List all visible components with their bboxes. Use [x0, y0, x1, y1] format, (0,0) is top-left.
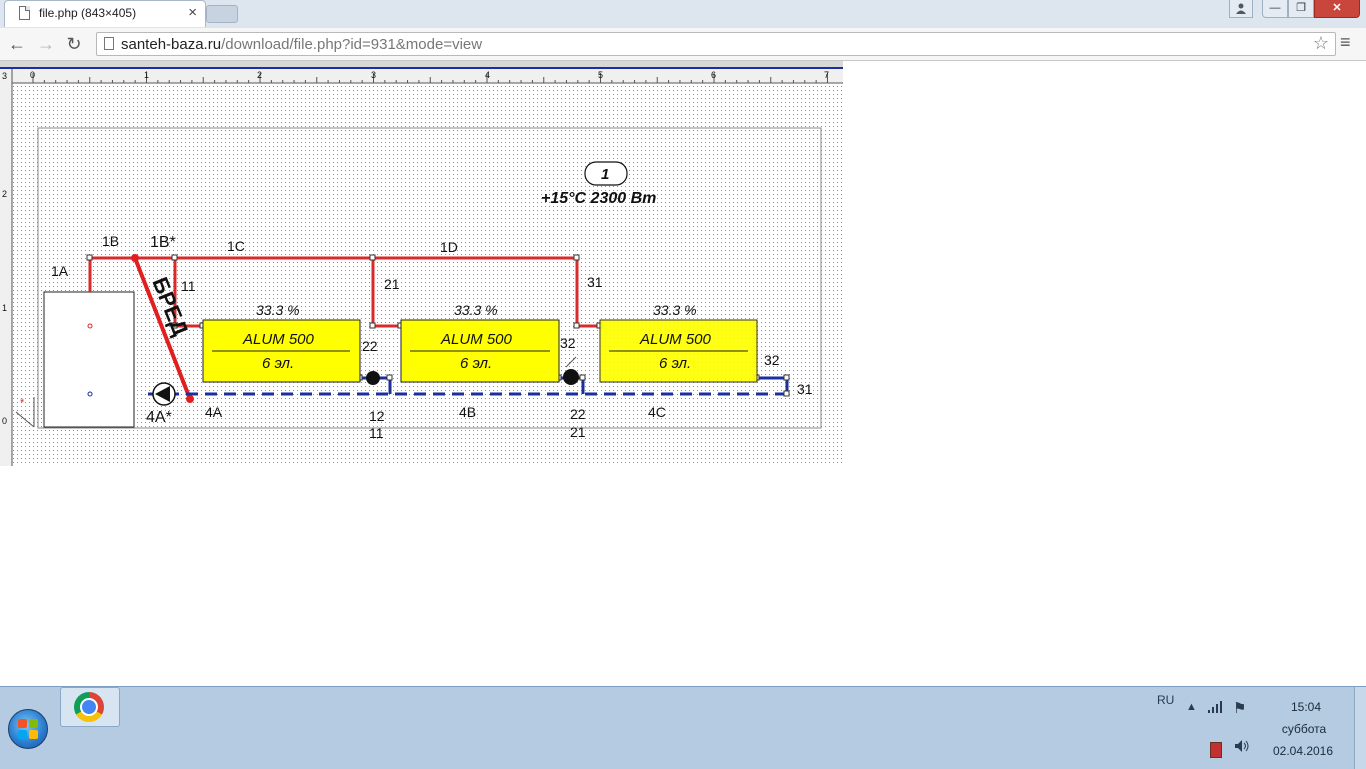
- action-center-flag-icon[interactable]: ⚑: [1233, 699, 1246, 717]
- tab-close-icon[interactable]: ×: [188, 4, 197, 21]
- close-window-button[interactable]: ✕: [1314, 0, 1360, 18]
- radiator-sections: 6 эл.: [460, 355, 492, 372]
- node-label: 21: [570, 424, 586, 440]
- node-label: 32: [764, 352, 780, 368]
- ruler-label: 0: [30, 70, 35, 80]
- radiator-model: ALUM 500: [639, 331, 712, 348]
- radiator-sections: 6 эл.: [659, 355, 691, 372]
- room-number: 1: [601, 166, 609, 183]
- power-icon[interactable]: [1210, 742, 1222, 758]
- network-icon[interactable]: [1208, 701, 1224, 716]
- node-label: 4A*: [146, 409, 172, 426]
- minimize-button[interactable]: —: [1262, 0, 1288, 18]
- radiator-sections: 6 эл.: [262, 355, 294, 372]
- page-icon: [19, 6, 30, 20]
- windows-logo-icon: [29, 719, 38, 728]
- radiator-percent: 33.3 %: [256, 302, 300, 318]
- show-desktop-button[interactable]: [1354, 687, 1366, 769]
- taskbar-chrome-button[interactable]: [60, 687, 120, 727]
- node-label: 12: [369, 408, 385, 424]
- taskbar: RU ▲ ⚑ 15:04 суббота 02.04.2016: [0, 686, 1366, 769]
- node-label: 1B*: [150, 234, 176, 251]
- radiator-model: ALUM 500: [242, 331, 315, 348]
- language-indicator[interactable]: RU: [1157, 693, 1174, 707]
- tab-title: file.php (843×405): [39, 6, 137, 20]
- windows-logo-icon: [29, 730, 38, 739]
- radiator: [400, 319, 560, 383]
- ruler-label: 7: [824, 70, 829, 80]
- start-button[interactable]: [8, 709, 48, 749]
- node-label: 32: [560, 335, 576, 351]
- node-label: 1D: [440, 239, 458, 255]
- show-hidden-icons-icon[interactable]: ▲: [1186, 701, 1197, 713]
- radiator-model: ALUM 500: [440, 331, 513, 348]
- clock-time[interactable]: 15:04: [1286, 700, 1326, 714]
- node-label: 22: [362, 338, 378, 354]
- ruler-label: 3: [371, 70, 376, 80]
- node-label: 1B: [102, 233, 119, 249]
- browser-title-bar: file.php (843×405) × — ❐ ✕: [0, 0, 1366, 29]
- node-label: 22: [570, 406, 586, 422]
- node-label: 11: [369, 425, 384, 441]
- chrome-icon: [74, 692, 104, 722]
- clock-date[interactable]: 02.04.2016: [1270, 744, 1336, 758]
- radiator: [599, 319, 758, 383]
- tab-file-php[interactable]: file.php (843×405) ×: [4, 0, 206, 27]
- radiator-percent: 33.3 %: [653, 302, 697, 318]
- windows-logo-icon: [18, 730, 27, 739]
- radiator-percent: 33.3 %: [454, 302, 498, 318]
- page-icon: [104, 37, 114, 50]
- node-label: 11: [181, 278, 196, 294]
- toolbar-strip: [0, 61, 843, 67]
- forward-button[interactable]: →: [35, 33, 57, 55]
- ruler-label: 5: [598, 70, 603, 80]
- node-label: 4C: [648, 404, 666, 420]
- address-bar[interactable]: santeh-baza.ru/download/file.php?id=931&…: [96, 32, 1336, 56]
- back-button[interactable]: ←: [6, 33, 28, 55]
- horizontal-ruler: [0, 69, 843, 83]
- ruler-label: 0: [2, 416, 7, 426]
- chrome-menu-icon[interactable]: ≡: [1340, 32, 1351, 53]
- windows-logo-icon: [18, 719, 27, 728]
- user-icon[interactable]: [1229, 0, 1253, 18]
- browser-toolbar: ← → ↻ santeh-baza.ru/download/file.php?i…: [0, 28, 1366, 61]
- node-label: 31: [797, 381, 813, 397]
- valve-icon: [563, 369, 579, 385]
- maximize-button[interactable]: ❐: [1288, 0, 1314, 18]
- ruler-label: 6: [711, 70, 716, 80]
- reload-button[interactable]: ↻: [63, 33, 85, 55]
- url-path: /download/file.php?id=931&mode=view: [221, 36, 483, 53]
- heating-scheme-image[interactable]: 0 1 2 3 4 5 6 7 3 2 1 0 1 +15°C 2300 Вт …: [0, 61, 843, 466]
- node-label: 4B: [459, 404, 476, 420]
- vertical-ruler: [0, 69, 12, 466]
- ruler-label: 1: [2, 303, 7, 313]
- valve-icon: [366, 371, 380, 385]
- node-label: 31: [587, 274, 603, 290]
- ruler-label: 1: [144, 70, 149, 80]
- url-host: santeh-baza.ru: [121, 36, 222, 53]
- room-info: +15°C 2300 Вт: [541, 190, 656, 207]
- node-label: 1A: [51, 263, 69, 279]
- node-label: 21: [384, 276, 400, 292]
- page-viewport: 0 1 2 3 4 5 6 7 3 2 1 0 1 +15°C 2300 Вт …: [0, 61, 1366, 686]
- boiler: [43, 291, 135, 428]
- node-label: 4A: [205, 404, 223, 420]
- ruler-label: 2: [257, 70, 262, 80]
- ruler-label: 2: [2, 189, 7, 199]
- node-label: 1C: [227, 238, 245, 254]
- bookmark-star-icon[interactable]: ☆: [1313, 33, 1329, 54]
- clock-day[interactable]: суббота: [1276, 722, 1332, 736]
- volume-icon[interactable]: [1234, 739, 1250, 757]
- radiator: [202, 319, 361, 383]
- ruler-label: 3: [2, 71, 7, 81]
- ruler-label: 4: [485, 70, 490, 80]
- svg-text:*: *: [20, 397, 25, 409]
- new-tab-button[interactable]: [206, 5, 238, 23]
- url-text[interactable]: santeh-baza.ru/download/file.php?id=931&…: [121, 36, 482, 53]
